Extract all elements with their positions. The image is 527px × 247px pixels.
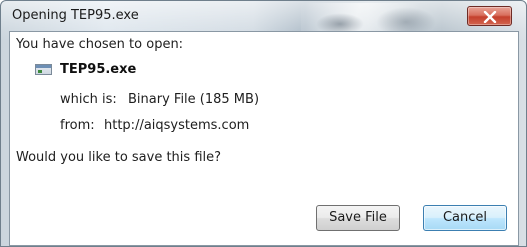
file-source-value: http://aiqsystems.com [104, 118, 250, 133]
dialog-content: You have chosen to open: TEP95.exe which… [9, 31, 519, 246]
window-title: Opening TEP95.exe [12, 8, 139, 23]
file-type-value: Binary File (185 MB) [128, 92, 260, 107]
save-question: Would you like to save this file? [16, 150, 222, 165]
close-button[interactable] [467, 6, 512, 26]
file-icon-pane [38, 70, 42, 73]
open-heading: You have chosen to open: [16, 37, 184, 52]
file-source-label: from: [60, 118, 95, 133]
cancel-button[interactable]: Cancel [423, 205, 507, 231]
file-name: TEP95.exe [60, 62, 137, 77]
dialog-window: Opening TEP95.exe You have chosen to ope… [0, 0, 527, 247]
executable-file-icon [35, 64, 52, 75]
file-type-label: which is: [60, 92, 117, 107]
close-icon [483, 11, 497, 23]
file-icon-titlebar [36, 65, 51, 68]
save-file-button[interactable]: Save File [316, 205, 400, 231]
